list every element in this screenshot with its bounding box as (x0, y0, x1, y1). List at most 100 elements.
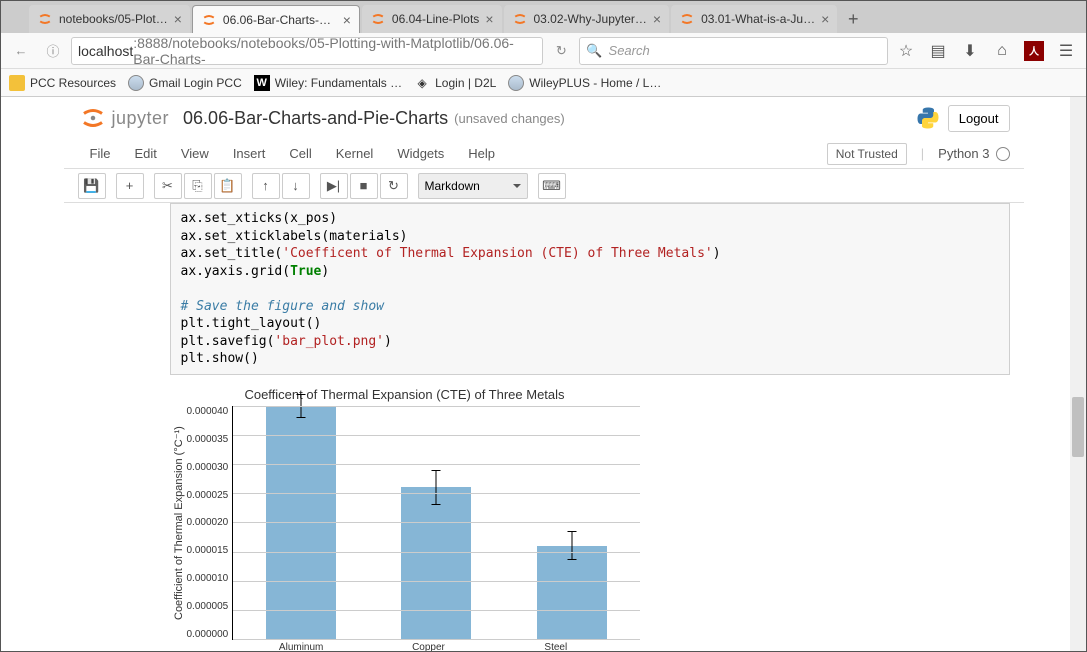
bookmark-item[interactable]: W Wiley: Fundamentals … (254, 75, 402, 91)
reload-button[interactable]: ↻ (547, 37, 575, 65)
cut-button[interactable]: ✂ (154, 173, 182, 199)
kernel-indicator[interactable]: Python 3 (938, 146, 1009, 161)
run-button[interactable]: ▶| (320, 173, 348, 199)
globe-icon (508, 75, 524, 91)
bookmark-star-icon[interactable]: ☆ (892, 37, 920, 65)
copy-button[interactable]: ⎘ (184, 173, 212, 199)
chart-ylabel: Coefficient of Thermal Expansion (°C⁻¹) (170, 406, 187, 640)
ytick-label: 0.000015 (187, 545, 229, 556)
add-cell-button[interactable]: + (116, 173, 144, 199)
chart-output: Coefficent of Thermal Expansion (CTE) of… (170, 387, 640, 651)
menu-cell[interactable]: Cell (277, 146, 323, 161)
restart-button[interactable]: ↻ (380, 173, 408, 199)
grid-line (233, 581, 639, 582)
tab-label: 06.04-Line-Plots (392, 12, 479, 26)
menu-help[interactable]: Help (456, 146, 507, 161)
chart-bar (537, 546, 607, 639)
trust-indicator[interactable]: Not Trusted (827, 143, 907, 165)
browser-nav-bar: ← ⓘ localhost:8888/notebooks/notebooks/0… (1, 33, 1086, 69)
move-down-button[interactable]: ↓ (282, 173, 310, 199)
menu-view[interactable]: View (169, 146, 221, 161)
jupyter-favicon (370, 11, 386, 27)
grid-line (233, 610, 639, 611)
url-bar[interactable]: localhost:8888/notebooks/notebooks/05-Pl… (71, 37, 543, 65)
tab-label: notebooks/05-Plot… (59, 12, 168, 26)
search-placeholder: Search (609, 43, 650, 58)
grid-line (233, 493, 639, 494)
code-cell[interactable]: ax.set_xticks(x_pos) ax.set_xticklabels(… (170, 203, 1010, 375)
jupyter-logo[interactable]: jupyter (78, 103, 170, 133)
d2l-icon: ◈ (414, 75, 430, 91)
bookmark-label: Gmail Login PCC (149, 76, 242, 90)
menu-insert[interactable]: Insert (221, 146, 278, 161)
browser-tab-strip: notebooks/05-Plot…×06.06-Bar-Charts-a…×0… (1, 1, 1086, 33)
stop-button[interactable]: ■ (350, 173, 378, 199)
chart-bar (401, 487, 471, 638)
jupyter-favicon (512, 11, 528, 27)
menu-edit[interactable]: Edit (122, 146, 168, 161)
downloads-icon[interactable]: ⬇ (956, 37, 984, 65)
tab-close-icon[interactable]: × (343, 12, 351, 28)
back-button[interactable]: ← (7, 37, 35, 65)
ytick-label: 0.000040 (187, 406, 229, 417)
wiley-icon: W (254, 75, 270, 91)
scrollbar[interactable] (1070, 97, 1086, 651)
bookmark-item[interactable]: PCC Resources (9, 75, 116, 91)
save-button[interactable]: 💾 (78, 173, 106, 199)
pdf-icon[interactable]: 人 (1020, 37, 1048, 65)
url-host: localhost (78, 43, 133, 59)
chart-yticks: 0.0000400.0000350.0000300.0000250.000020… (187, 406, 233, 640)
tab-label: 06.06-Bar-Charts-a… (223, 13, 337, 27)
browser-tab[interactable]: 06.04-Line-Plots × (362, 5, 502, 33)
new-tab-button[interactable]: + (839, 5, 867, 33)
menu-file[interactable]: File (78, 146, 123, 161)
browser-tab[interactable]: 06.06-Bar-Charts-a… × (192, 5, 360, 33)
xtick-label: Steel (521, 642, 591, 651)
menu-kernel[interactable]: Kernel (324, 146, 386, 161)
notebook-title[interactable]: 06.06-Bar-Charts-and-Pie-Charts (183, 108, 448, 129)
tab-label: 03.01-What-is-a-Ju… (701, 12, 815, 26)
library-icon[interactable]: ▤ (924, 37, 952, 65)
menu-widgets[interactable]: Widgets (385, 146, 456, 161)
bookmark-item[interactable]: ◈ Login | D2L (414, 75, 496, 91)
chart-title: Coefficent of Thermal Expansion (CTE) of… (170, 387, 640, 402)
menu-icon[interactable]: ☰ (1052, 37, 1080, 65)
bookmark-label: Login | D2L (435, 76, 496, 90)
browser-tab[interactable]: 03.01-What-is-a-Ju… × (671, 5, 837, 33)
cell-type-label: Markdown (425, 179, 480, 193)
jupyter-favicon (201, 12, 217, 28)
info-icon[interactable]: ⓘ (39, 37, 67, 65)
bookmark-item[interactable]: Gmail Login PCC (128, 75, 242, 91)
chart-plot-area (232, 406, 639, 640)
jupyter-favicon (679, 11, 695, 27)
home-icon[interactable]: ⌂ (988, 37, 1016, 65)
grid-line (233, 639, 639, 640)
ytick-label: 0.000010 (187, 573, 229, 584)
tab-close-icon[interactable]: × (485, 11, 493, 27)
tab-close-icon[interactable]: × (174, 11, 182, 27)
command-palette-button[interactable]: ⌨ (538, 173, 566, 199)
scroll-thumb[interactable] (1072, 397, 1084, 457)
bookmarks-bar: PCC Resources Gmail Login PCC W Wiley: Fund… (1, 69, 1086, 97)
jupyter-favicon (37, 11, 53, 27)
xtick-label: Copper (393, 642, 463, 651)
bookmark-item[interactable]: WileyPLUS - Home / L… (508, 75, 661, 91)
bookmark-label: WileyPLUS - Home / L… (529, 76, 661, 90)
tab-close-icon[interactable]: × (821, 11, 829, 27)
cell-type-select[interactable]: Markdown (418, 173, 528, 199)
browser-tab[interactable]: notebooks/05-Plot… × (29, 5, 190, 33)
jupyter-logo-text: jupyter (112, 108, 170, 129)
grid-line (233, 435, 639, 436)
move-up-button[interactable]: ↑ (252, 173, 280, 199)
logout-button[interactable]: Logout (948, 105, 1010, 132)
paste-button[interactable]: 📋 (214, 173, 242, 199)
tab-label: 03.02-Why-Jupyter… (534, 12, 647, 26)
tab-close-icon[interactable]: × (653, 11, 661, 27)
globe-icon (128, 75, 144, 91)
bookmark-label: Wiley: Fundamentals … (275, 76, 402, 90)
search-box[interactable]: 🔍Search (579, 37, 888, 65)
browser-tab[interactable]: 03.02-Why-Jupyter… × (504, 5, 670, 33)
url-path: :8888/notebooks/notebooks/05-Plotting-wi… (133, 35, 536, 67)
grid-line (233, 406, 639, 407)
xtick-label: Aluminum (266, 642, 336, 651)
